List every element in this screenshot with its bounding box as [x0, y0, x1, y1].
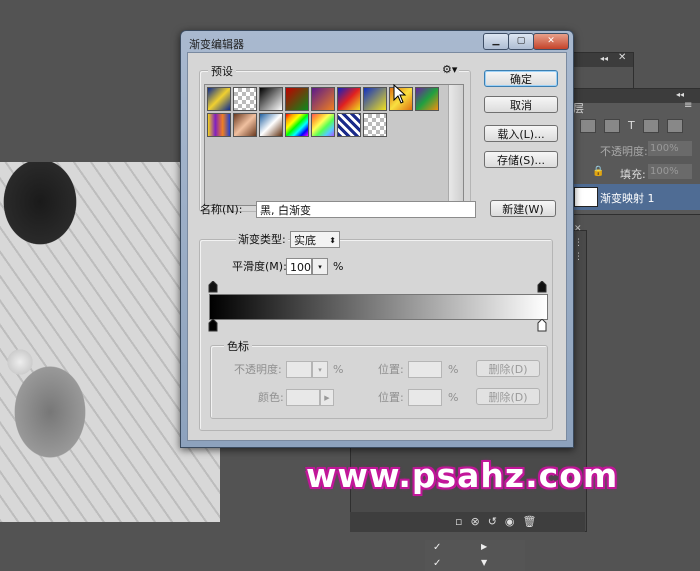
- preset-swatch-blue-red-yellow[interactable]: [337, 87, 361, 111]
- color-stop-right[interactable]: [537, 318, 547, 335]
- dialog-client: 预设 ⚙▾ 确定 取消 载入(L)... 存储(S)... 名称(N): 黑, …: [187, 52, 567, 441]
- layer-name: 渐变映射 1: [600, 192, 655, 205]
- filter-image-icon[interactable]: [580, 119, 596, 133]
- stop-color-location-unit: %: [448, 391, 459, 404]
- filter-smart-icon[interactable]: [666, 119, 683, 133]
- grip-icon[interactable]: ⋮: [574, 236, 586, 250]
- gradient-type-select[interactable]: 实底 ⬍: [290, 231, 340, 248]
- presets-label: 预设: [208, 63, 236, 79]
- delete-opacity-stop-button[interactable]: 删除(D): [476, 360, 540, 377]
- color-stop-left[interactable]: [208, 318, 218, 335]
- preset-swatch-violet-green-orange[interactable]: [415, 87, 439, 111]
- visibility-icon[interactable]: ◉: [505, 515, 515, 528]
- layer-fill-label: 填充:: [620, 168, 646, 181]
- delete-color-stop-button[interactable]: 删除(D): [476, 388, 540, 405]
- layer-filter-icons[interactable]: T: [580, 119, 700, 133]
- load-button[interactable]: 载入(L)...: [484, 125, 558, 142]
- stop-opacity-location-unit: %: [448, 363, 459, 376]
- preset-swatch-spectrum[interactable]: [285, 113, 309, 137]
- preset-swatch-red-green[interactable]: [285, 87, 309, 111]
- maximize-icon[interactable]: ▢: [508, 33, 534, 50]
- stop-color-swatch[interactable]: [286, 389, 320, 406]
- minimize-icon[interactable]: ▁: [483, 33, 509, 50]
- stop-color-location-label: 位置:: [378, 391, 404, 404]
- x-icon[interactable]: ✕: [574, 222, 586, 236]
- panel-close-icon[interactable]: ✕: [618, 52, 626, 63]
- chevron-updown-icon: ⬍: [329, 236, 336, 245]
- preset-swatch-yellow-violet-orange-blue[interactable]: [207, 113, 231, 137]
- preset-swatch-violet-orange[interactable]: [311, 87, 335, 111]
- layer-opacity-label: 不透明度:: [600, 145, 648, 158]
- expand-icon[interactable]: ▼: [481, 558, 487, 567]
- side-icons: ✕ ⋮ ⋮: [574, 222, 586, 282]
- gradient-type-label: 渐变类型:: [236, 231, 288, 248]
- check-icon[interactable]: ✓: [433, 558, 441, 569]
- preset-swatch-black-white[interactable]: [259, 87, 283, 111]
- close-icon[interactable]: ✕: [533, 33, 569, 50]
- presets-scrollbar[interactable]: [448, 85, 463, 205]
- name-field[interactable]: 黑, 白渐变: [256, 201, 476, 218]
- stop-opacity-location-field[interactable]: [408, 361, 442, 378]
- grip-icon[interactable]: ⋮: [574, 250, 586, 264]
- gradient-type-value: 实底: [294, 234, 316, 247]
- layer-mask-thumbnail: [574, 187, 598, 207]
- filter-text-icon[interactable]: T: [628, 119, 635, 133]
- smoothness-label: 平滑度(M):: [232, 260, 287, 273]
- preset-swatch-chrome[interactable]: [259, 113, 283, 137]
- lock-icon[interactable]: 🔒: [592, 166, 604, 177]
- reset-icon[interactable]: ↺: [488, 515, 497, 528]
- preset-swatch-blue-yellow[interactable]: [363, 87, 387, 111]
- layer-opacity-value[interactable]: 100%: [648, 141, 692, 156]
- layer-fill-value[interactable]: 100%: [648, 164, 692, 179]
- preset-swatch-transparent-rainbow[interactable]: [311, 113, 335, 137]
- stop-color-menu[interactable]: ▶: [320, 389, 334, 406]
- stop-opacity-field[interactable]: [286, 361, 312, 378]
- smoothness-dropdown[interactable]: ▾: [312, 258, 328, 275]
- link-icon[interactable]: ⊗: [470, 515, 479, 528]
- name-label: 名称(N):: [200, 203, 243, 216]
- filter-shape-icon[interactable]: [642, 119, 659, 133]
- stop-opacity-label: 不透明度:: [234, 363, 282, 376]
- gradient-editor-dialog: 渐变编辑器 ▁ ▢ ✕ 预设 ⚙▾ 确定 取消 载入(L)... 存储(S)..…: [180, 30, 574, 448]
- panel-rows: ✓ ✓ ▶ ▼: [425, 540, 525, 571]
- stop-color-location-field[interactable]: [408, 389, 442, 406]
- preset-swatch-transparent-stripes-diagonal[interactable]: [337, 113, 361, 137]
- stop-opacity-location-label: 位置:: [378, 363, 404, 376]
- cancel-button[interactable]: 取消: [484, 96, 558, 113]
- layers-collapse-icon[interactable]: ◂◂: [676, 90, 684, 99]
- new-snapshot-icon[interactable]: ▫: [455, 515, 462, 528]
- layer-row-gradient-map[interactable]: 渐变映射 1: [572, 184, 700, 210]
- smoothness-unit: %: [333, 260, 344, 273]
- panel-collapse-icon[interactable]: ◂◂: [600, 54, 608, 63]
- trash-icon[interactable]: 🗑: [523, 515, 537, 528]
- gear-icon[interactable]: ⚙▾: [440, 63, 460, 76]
- watermark: www.psahz.com: [306, 456, 619, 495]
- preset-swatch-grid: [207, 87, 447, 137]
- check-icon[interactable]: ✓: [433, 542, 441, 553]
- footer-icons: ▫ ⊗ ↺ ◉ 🗑: [455, 515, 536, 528]
- filter-adjust-icon[interactable]: [604, 119, 620, 133]
- color-stops-group: [210, 345, 548, 419]
- new-button[interactable]: 新建(W): [490, 200, 556, 217]
- dialog-title: 渐变编辑器: [189, 38, 244, 51]
- color-stops-label: 色标: [224, 338, 252, 354]
- layers-tab-label[interactable]: 层: [573, 100, 584, 116]
- layers-menu-icon[interactable]: ≡: [684, 100, 692, 111]
- preset-swatch-neutral-density[interactable]: [363, 113, 387, 137]
- expand-icon[interactable]: ▶: [481, 542, 487, 551]
- gradient-preview-bar[interactable]: [209, 294, 548, 320]
- preset-swatch-transparent-stripes[interactable]: [233, 87, 257, 111]
- preset-swatch-blue-yellow-blue[interactable]: [207, 87, 231, 111]
- save-button[interactable]: 存储(S)...: [484, 151, 558, 168]
- smoothness-field[interactable]: 100: [286, 258, 312, 275]
- stop-opacity-dropdown[interactable]: ▾: [312, 361, 328, 378]
- stop-opacity-unit: %: [333, 363, 344, 376]
- preset-swatch-copper[interactable]: [233, 113, 257, 137]
- ok-button[interactable]: 确定: [484, 70, 558, 87]
- stop-color-label: 颜色:: [258, 391, 284, 404]
- presets-well: [204, 84, 464, 206]
